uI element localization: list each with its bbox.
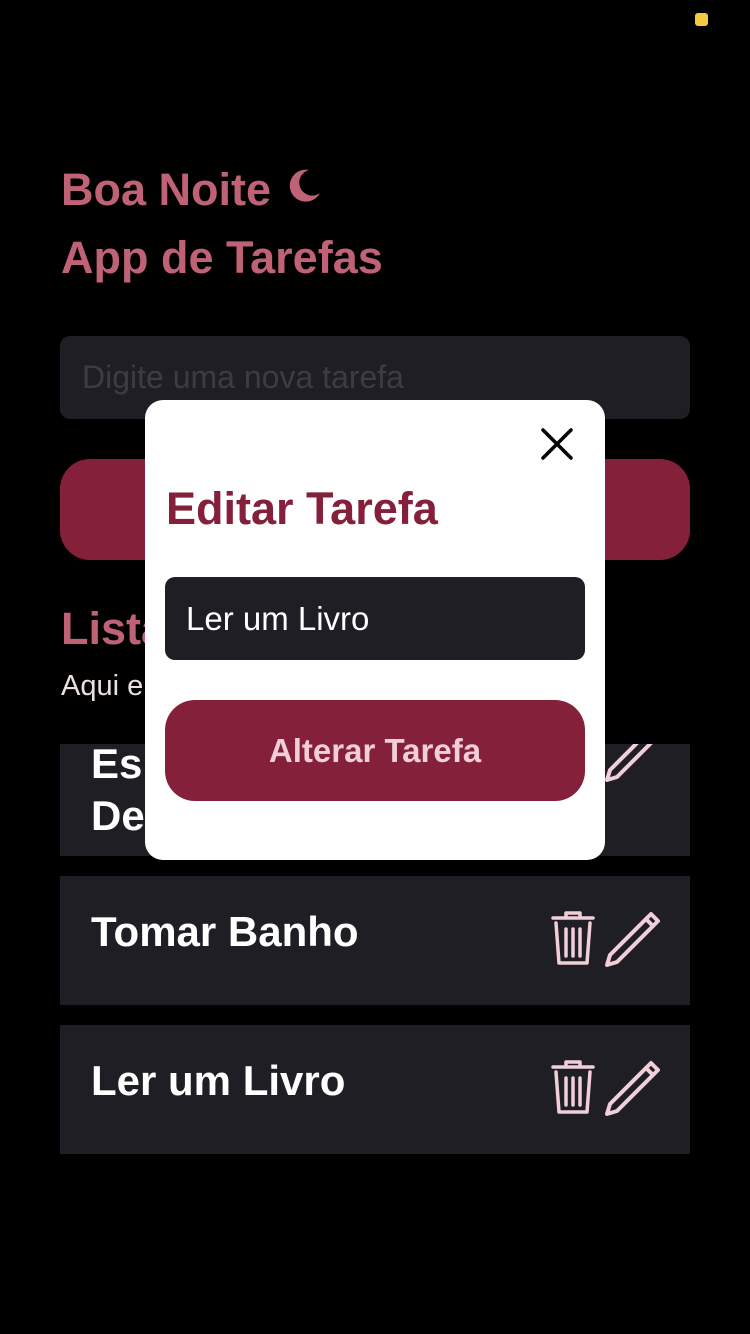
edit-task-button[interactable]: [605, 1060, 660, 1118]
task-card: Ler um Livro: [60, 1025, 690, 1154]
edit-task-input[interactable]: [165, 577, 585, 660]
edit-task-button[interactable]: [605, 911, 660, 969]
app-title: App de Tarefas: [61, 232, 383, 283]
pencil-icon: [604, 1059, 662, 1120]
trash-icon: [550, 910, 596, 971]
task-actions: [550, 910, 660, 971]
pencil-icon: [604, 744, 662, 786]
trash-icon: [550, 1059, 596, 1120]
delete-task-button[interactable]: [550, 1059, 596, 1120]
moon-icon: [285, 164, 323, 216]
task-card: Tomar Banho: [60, 876, 690, 1005]
greeting-text: Boa Noite: [61, 164, 272, 215]
delete-task-button[interactable]: [550, 910, 596, 971]
list-subtitle: Aqui e: [61, 670, 144, 702]
edit-task-modal: Editar Tarefa Alterar Tarefa: [145, 400, 605, 860]
task-name: Es De: [91, 744, 145, 839]
status-indicator: [695, 13, 708, 26]
edit-task-button[interactable]: [605, 744, 656, 784]
close-icon: [537, 428, 577, 467]
task-actions: [550, 1059, 660, 1120]
pencil-icon: [604, 910, 662, 971]
greeting: Boa Noite: [61, 164, 323, 216]
modal-title: Editar Tarefa: [166, 483, 438, 534]
task-name: Ler um Livro: [91, 1057, 346, 1104]
close-modal-button[interactable]: [537, 424, 577, 464]
save-task-button[interactable]: Alterar Tarefa: [165, 700, 585, 801]
task-name: Tomar Banho: [91, 908, 359, 955]
